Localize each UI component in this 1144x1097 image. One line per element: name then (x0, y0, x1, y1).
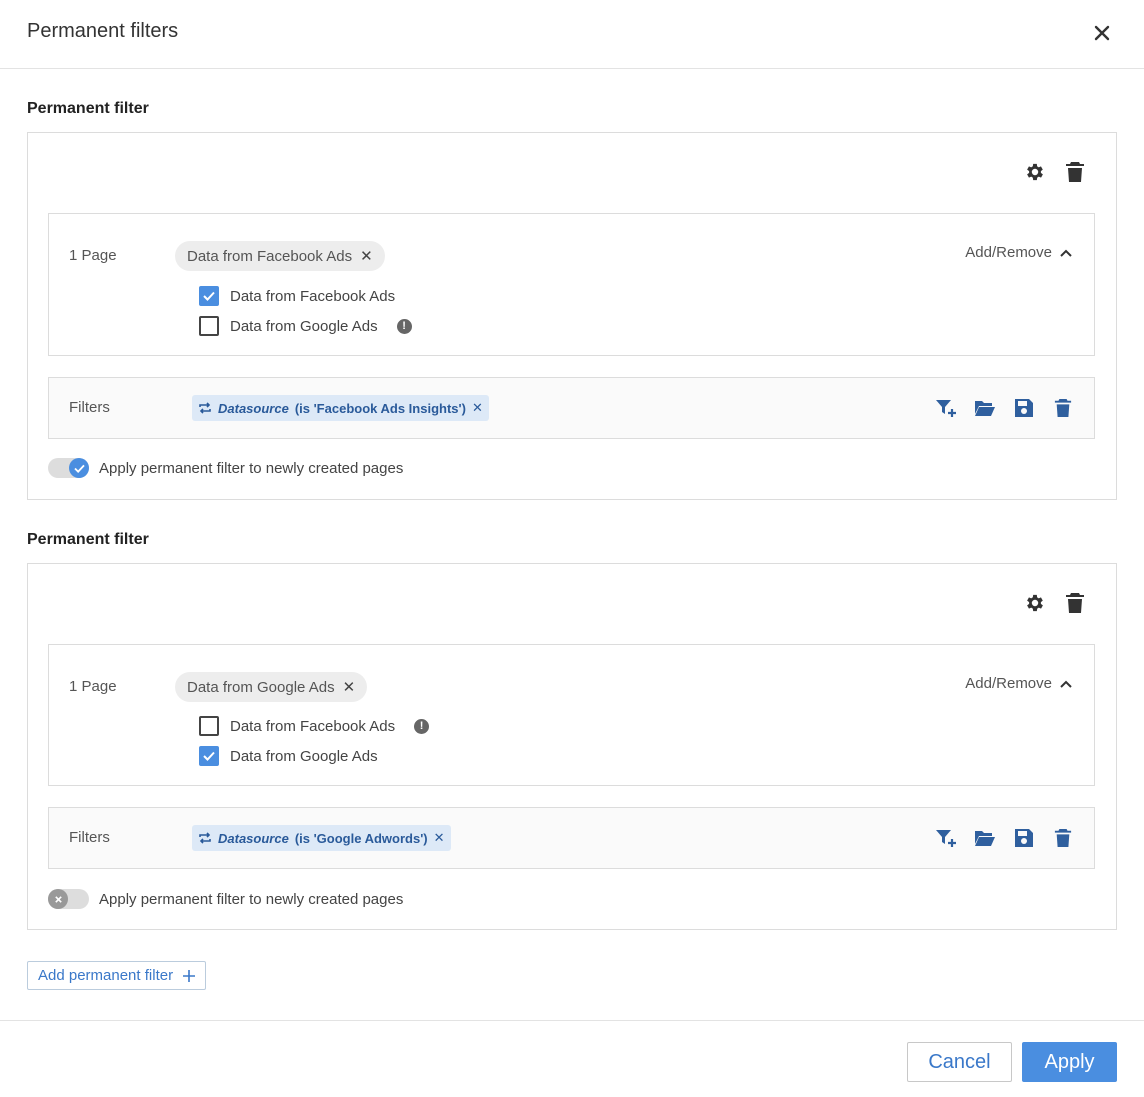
apply-new-pages-row: Apply permanent filter to newly created … (48, 889, 403, 909)
chevron-up-icon (1060, 249, 1072, 257)
add-filter-label: Add permanent filter (38, 967, 174, 984)
add-remove-label: Add/Remove (965, 244, 1052, 261)
remove-filter-icon[interactable]: ✕ (472, 400, 483, 416)
remove-chip-icon[interactable]: ✕ (343, 678, 356, 696)
filter-condition: (is 'Google Adwords') (294, 830, 428, 846)
page-option: Data from Google Ads ! (199, 316, 412, 336)
gear-icon[interactable] (1024, 161, 1046, 183)
pages-box: 1 Page Data from Google Ads ✕ Add/Remove… (48, 644, 1095, 786)
filter-condition: (is 'Facebook Ads Insights') (294, 400, 466, 416)
dialog-title: Permanent filters (27, 20, 179, 42)
chevron-up-icon (1060, 680, 1072, 688)
trash-icon[interactable] (1064, 161, 1086, 183)
save-icon[interactable] (1013, 397, 1035, 419)
remove-chip-icon[interactable]: ✕ (360, 247, 373, 265)
page-option: Data from Facebook Ads (199, 286, 395, 306)
option-label: Data from Google Ads (230, 317, 378, 335)
checkbox[interactable] (199, 746, 219, 766)
checkbox[interactable] (199, 716, 219, 736)
folder-open-icon[interactable] (974, 397, 996, 419)
warning-icon: ! (396, 318, 412, 334)
cancel-button[interactable]: Cancel (907, 1042, 1012, 1082)
permanent-filter-card: 1 Page Data from Google Ads ✕ Add/Remove… (27, 563, 1117, 930)
filters-label: Filters (69, 829, 110, 846)
option-label: Data from Facebook Ads (230, 717, 396, 735)
chip-label: Data from Facebook Ads (187, 247, 353, 265)
trash-icon[interactable] (1052, 397, 1074, 419)
apply-new-pages-row: Apply permanent filter to newly created … (48, 458, 403, 478)
selected-page-chip: Data from Google Ads ✕ (175, 672, 368, 702)
apply-button[interactable]: Apply (1022, 1042, 1117, 1082)
add-remove-toggle[interactable]: Add/Remove (965, 675, 1072, 692)
filter-field: Datasource (218, 830, 289, 846)
filters-box: Filters Datasource (is 'Google Adwords')… (48, 807, 1095, 869)
filters-label: Filters (69, 399, 110, 416)
trash-icon[interactable] (1064, 592, 1086, 614)
add-remove-label: Add/Remove (965, 675, 1052, 692)
selected-page-chip: Data from Facebook Ads ✕ (175, 241, 385, 271)
toggle-label: Apply permanent filter to newly created … (99, 890, 404, 908)
close-icon[interactable] (1090, 21, 1114, 45)
trash-icon[interactable] (1052, 827, 1074, 849)
dialog-footer: Cancel Apply (0, 1020, 1144, 1097)
chip-label: Data from Google Ads (187, 678, 335, 696)
checkbox[interactable] (199, 316, 219, 336)
page-count: 1 Page (69, 678, 117, 695)
repeat-icon (199, 832, 211, 844)
section-title: Permanent filter (27, 100, 149, 117)
page-option: Data from Facebook Ads ! (199, 716, 430, 736)
folder-open-icon[interactable] (974, 827, 996, 849)
apply-new-pages-toggle[interactable] (48, 458, 89, 478)
page-count: 1 Page (69, 247, 117, 264)
warning-icon: ! (414, 718, 430, 734)
save-icon[interactable] (1013, 827, 1035, 849)
apply-new-pages-toggle[interactable] (48, 889, 89, 909)
checkbox[interactable] (199, 286, 219, 306)
page-option: Data from Google Ads (199, 746, 378, 766)
filter-tag[interactable]: Datasource (is 'Google Adwords') ✕ (192, 825, 451, 851)
dialog-header: Permanent filters (0, 0, 1144, 69)
gear-icon[interactable] (1024, 592, 1046, 614)
repeat-icon (199, 402, 211, 414)
x-icon (54, 895, 62, 903)
filter-tag[interactable]: Datasource (is 'Facebook Ads Insights') … (192, 395, 489, 421)
section-title: Permanent filter (27, 531, 149, 548)
option-label: Data from Google Ads (230, 747, 378, 765)
plus-icon (183, 969, 196, 982)
remove-filter-icon[interactable]: ✕ (434, 830, 445, 846)
toggle-label: Apply permanent filter to newly created … (99, 459, 404, 477)
add-permanent-filter-button[interactable]: Add permanent filter (27, 961, 207, 990)
permanent-filter-card: 1 Page Data from Facebook Ads ✕ Add/Remo… (27, 132, 1117, 500)
filter-field: Datasource (218, 400, 289, 416)
add-filter-icon[interactable] (935, 827, 957, 849)
pages-box: 1 Page Data from Facebook Ads ✕ Add/Remo… (48, 213, 1095, 356)
check-icon (73, 464, 85, 473)
filters-box: Filters Datasource (is 'Facebook Ads Ins… (48, 377, 1095, 439)
add-filter-icon[interactable] (935, 397, 957, 419)
add-remove-toggle[interactable]: Add/Remove (965, 244, 1072, 261)
option-label: Data from Facebook Ads (230, 287, 396, 305)
